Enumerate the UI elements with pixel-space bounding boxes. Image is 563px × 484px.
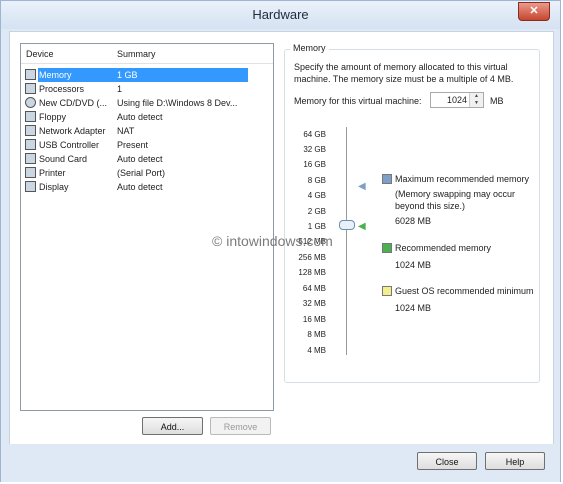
cd-dvd-icon (25, 97, 36, 108)
hardware-dialog: Hardware ✕ Device Summary Memory 1 GB Pr… (0, 0, 561, 482)
scale-tick-label: 64 GB (303, 130, 326, 139)
window-title: Hardware (252, 7, 309, 22)
help-button[interactable]: Help (485, 452, 545, 470)
scale-tick-label: 2 GB (307, 207, 326, 216)
scale-tick-label: 4 GB (307, 191, 326, 200)
recommended-label: Recommended memory (395, 243, 492, 253)
memory-unit-label: MB (490, 96, 504, 106)
column-summary-header: Summary (117, 49, 156, 59)
max-recommended-value: 6028 MB (395, 216, 432, 226)
device-row-display[interactable]: Display Auto detect (21, 180, 251, 194)
memory-slider-track[interactable] (346, 127, 347, 355)
scale-tick-label: 4 MB (307, 346, 326, 355)
guest-minimum-value: 1024 MB (395, 303, 432, 313)
device-row-cd-dvd[interactable]: New CD/DVD (... Using file D:\Windows 8 … (21, 96, 251, 110)
scale-tick-label: 64 MB (302, 284, 326, 293)
display-icon (25, 181, 36, 192)
device-row-processors[interactable]: Processors 1 (21, 82, 251, 96)
device-summary: Auto detect (117, 154, 163, 164)
watermark: © intowindows.com (212, 233, 333, 249)
device-row-printer[interactable]: Printer (Serial Port) (21, 166, 251, 180)
sound-card-icon (25, 153, 36, 164)
usb-controller-icon (25, 139, 36, 150)
device-list: Device Summary Memory 1 GB Processors 1 … (20, 43, 274, 411)
device-row-sound-card[interactable]: Sound Card Auto detect (21, 152, 251, 166)
memory-field-label: Memory for this virtual machine: (294, 96, 422, 106)
max-recommended-note: (Memory swapping may occur beyond this s… (395, 189, 516, 211)
close-window-button[interactable]: ✕ (518, 2, 550, 21)
scale-tick-label: 256 MB (298, 253, 326, 262)
recommended-marker-icon: ◀ (358, 221, 366, 232)
max-recommended-marker-icon: ◀ (358, 181, 366, 192)
scale-tick-label: 16 MB (302, 315, 326, 324)
device-summary: 1 GB (117, 70, 138, 80)
close-button[interactable]: Close (417, 452, 477, 470)
printer-icon (25, 167, 36, 178)
device-name: Sound Card (39, 154, 88, 164)
scale-tick-label: 8 MB (307, 330, 326, 339)
device-summary: 1 (117, 84, 123, 94)
scale-tick-label: 1 GB (307, 222, 326, 231)
remove-device-button[interactable]: Remove (210, 417, 271, 435)
scale-tick-label: 8 GB (307, 176, 326, 185)
device-name: Floppy (39, 112, 67, 122)
max-recommended-swatch-icon (382, 174, 392, 184)
scale-tick-label: 128 MB (298, 268, 326, 277)
device-summary: Auto detect (117, 182, 163, 192)
spin-arrows-icon[interactable]: ▲ ▼ (469, 93, 483, 107)
title-bar: Hardware ✕ (1, 1, 560, 29)
device-name: Processors (39, 84, 85, 94)
device-summary: NAT (117, 126, 135, 136)
device-summary: Auto detect (117, 112, 163, 122)
scale-tick-label: 16 GB (303, 160, 326, 169)
device-name: USB Controller (39, 140, 100, 150)
memory-size-value: 1024 (446, 95, 467, 105)
device-name: Memory (39, 70, 72, 80)
memory-description: Specify the amount of memory allocated t… (294, 62, 514, 84)
device-row-memory[interactable]: Memory 1 GB (25, 68, 248, 82)
memory-icon (25, 69, 36, 80)
recommended-swatch-icon (382, 243, 392, 253)
device-summary: Using file D:\Windows 8 Dev... (117, 98, 238, 108)
recommended-value: 1024 MB (395, 260, 432, 270)
device-name: Network Adapter (39, 126, 106, 136)
add-device-button[interactable]: Add... (142, 417, 203, 435)
floppy-icon (25, 111, 36, 122)
scale-tick-label: 32 MB (302, 299, 326, 308)
device-summary: (Serial Port) (117, 168, 166, 178)
device-name: New CD/DVD (... (39, 98, 108, 108)
dialog-content: Device Summary Memory 1 GB Processors 1 … (9, 31, 554, 446)
max-recommended-label: Maximum recommended memory (395, 174, 530, 184)
device-row-floppy[interactable]: Floppy Auto detect (21, 110, 251, 124)
processor-icon (25, 83, 36, 94)
device-row-usb-controller[interactable]: USB Controller Present (21, 138, 251, 152)
device-row-network-adapter[interactable]: Network Adapter NAT (21, 124, 251, 138)
scale-tick-label: 32 GB (303, 145, 326, 154)
button-bar: Close Help (1, 444, 560, 482)
device-name: Printer (39, 168, 66, 178)
memory-group-title: Memory (290, 43, 329, 53)
list-header: Device Summary (21, 44, 273, 64)
memory-size-spinbox[interactable]: 1024 ▲ ▼ (430, 92, 484, 108)
guest-minimum-swatch-icon (382, 286, 392, 296)
network-adapter-icon (25, 125, 36, 136)
device-name: Display (39, 182, 69, 192)
memory-slider-thumb[interactable] (339, 220, 355, 230)
column-device-header: Device (26, 49, 54, 59)
device-summary: Present (117, 140, 149, 150)
guest-minimum-label: Guest OS recommended minimum (395, 286, 534, 296)
